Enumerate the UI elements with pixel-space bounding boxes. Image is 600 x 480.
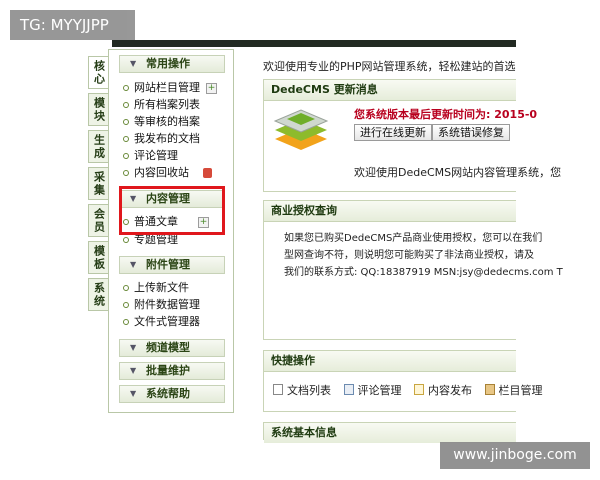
update-panel: DedeCMS 更新消息 您系统版本最后更新时间为: 2015-0 进行在线更新…	[263, 79, 561, 192]
overlay-tag: TG: MYYJJPP	[10, 10, 135, 40]
trash-icon[interactable]	[203, 168, 212, 178]
section-system-help[interactable]: ▼ 系统帮助	[119, 385, 225, 403]
folder-icon	[484, 384, 495, 395]
document-icon	[273, 384, 283, 395]
tab-core[interactable]: 核心	[88, 56, 108, 89]
panel-title: 商业授权查询	[264, 201, 516, 222]
tab-system[interactable]: 系统	[88, 278, 108, 311]
sidebar-item-all-archives[interactable]: 所有档案列表	[123, 97, 200, 113]
sidebar-item-upload[interactable]: 上传新文件	[123, 280, 189, 296]
license-line: 我们的联系方式: QQ:18387919 MSN:jsy@dedecms.com…	[284, 267, 563, 278]
bullet-icon	[123, 319, 129, 325]
online-update-button[interactable]: 进行在线更新	[354, 124, 432, 141]
sidebar-item-pending-review[interactable]: 等审核的档案	[123, 114, 200, 130]
bullet-icon	[123, 302, 129, 308]
quick-publish[interactable]: 内容发布	[414, 382, 472, 398]
sidebar-item-recycle-bin[interactable]: 内容回收站	[123, 165, 212, 181]
bullet-icon	[123, 237, 129, 243]
sidebar-item-attachment-data[interactable]: 附件数据管理	[123, 297, 200, 313]
section-attachments[interactable]: ▼ 附件管理	[119, 256, 225, 274]
bullet-icon	[123, 153, 129, 159]
sidebar-item-my-docs[interactable]: 我发布的文档	[123, 131, 200, 147]
license-line: 如果您已购买DedeCMS产品商业使用授权，您可以在我们	[284, 233, 543, 244]
update-welcome-text: 欢迎使用DedeCMS网站内容管理系统，您	[354, 166, 562, 179]
module-tabs: 核心 模块 生成 采集 会员 模板 系统	[88, 56, 108, 315]
bullet-icon	[123, 136, 129, 142]
license-line: 型网查询不符，则说明您可能购买了非法商业授权，请及	[284, 250, 534, 261]
bullet-icon	[123, 85, 129, 91]
tab-generate[interactable]: 生成	[88, 130, 108, 163]
bullet-icon	[123, 170, 129, 176]
bullet-icon	[123, 119, 129, 125]
chevron-down-icon: ▼	[130, 389, 137, 398]
system-info-panel: 系统基本信息	[263, 422, 516, 443]
tab-members[interactable]: 会员	[88, 204, 108, 237]
panel-title: 快捷操作	[264, 351, 516, 372]
chevron-down-icon: ▼	[130, 260, 137, 269]
top-header-bar	[112, 40, 516, 47]
sidebar-item-comments[interactable]: 评论管理	[123, 148, 178, 164]
panel-title: 系统基本信息	[264, 423, 516, 443]
tab-templates[interactable]: 模板	[88, 241, 108, 274]
sidebar-item-file-manager[interactable]: 文件式管理器	[123, 314, 200, 330]
highlight-box	[119, 186, 225, 235]
quick-actions-panel: 快捷操作 文档列表 评论管理 内容发布 栏目管理	[263, 350, 543, 412]
watermark: www.jinboge.com	[440, 442, 590, 469]
license-text: 如果您已购买DedeCMS产品商业使用授权，您可以在我们 型网查询不符，则说明您…	[264, 222, 563, 281]
tab-collect[interactable]: 采集	[88, 167, 108, 200]
error-repair-button[interactable]: 系统错误修复	[432, 124, 510, 141]
panel-title: DedeCMS 更新消息	[264, 80, 516, 101]
welcome-text: 欢迎使用专业的PHP网站管理系统，轻松建站的首选利器 --	[263, 60, 516, 73]
chevron-down-icon: ▼	[130, 366, 137, 375]
tab-modules[interactable]: 模块	[88, 93, 108, 126]
quick-actions: 文档列表 评论管理 内容发布 栏目管理	[273, 382, 552, 398]
section-common-ops[interactable]: ▼ 常用操作	[119, 55, 225, 73]
chevron-down-icon: ▼	[130, 343, 137, 352]
sidebar-item-column-manage[interactable]: 网站栏目管理 +	[123, 80, 217, 96]
section-batch-maintenance[interactable]: ▼ 批量维护	[119, 362, 225, 380]
quick-comments[interactable]: 评论管理	[343, 382, 402, 398]
bullet-icon	[123, 102, 129, 108]
chevron-down-icon: ▼	[130, 59, 137, 68]
add-icon[interactable]: +	[206, 82, 217, 94]
quick-doc-list[interactable]: 文档列表	[273, 382, 331, 398]
dedecms-logo-icon	[273, 109, 329, 150]
last-update-text: 您系统版本最后更新时间为: 2015-0	[354, 108, 538, 121]
license-panel: 商业授权查询 如果您已购买DedeCMS产品商业使用授权，您可以在我们 型网查询…	[263, 200, 563, 340]
quick-columns[interactable]: 栏目管理	[484, 382, 543, 398]
comment-icon	[343, 384, 354, 395]
edit-icon	[414, 384, 424, 395]
bullet-icon	[123, 285, 129, 291]
section-channel-model[interactable]: ▼ 频道模型	[119, 339, 225, 357]
